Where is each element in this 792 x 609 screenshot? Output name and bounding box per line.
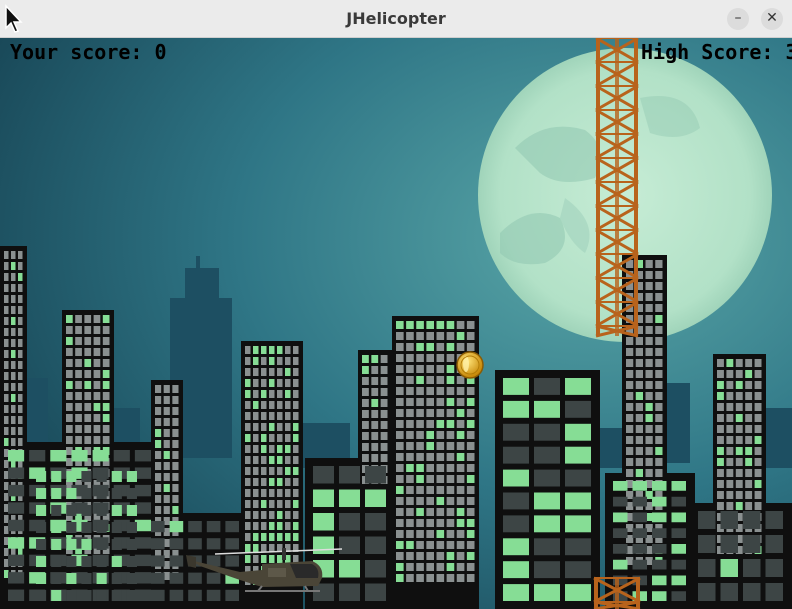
x-icon: ✕: [766, 10, 778, 26]
close-button[interactable]: ✕: [761, 8, 783, 30]
game-scene: [0, 38, 792, 609]
current-score: Your score: 0: [10, 40, 167, 64]
minimize-button[interactable]: –: [727, 8, 749, 30]
game-canvas[interactable]: Your score: 0 High Score: 3: [0, 38, 792, 609]
minus-icon: –: [734, 10, 742, 26]
window-title: JHelicopter: [346, 9, 446, 28]
game-window: JHelicopter – ✕ Your score: 0 High Score…: [0, 0, 792, 609]
title-bar[interactable]: JHelicopter – ✕: [0, 0, 792, 38]
coin-icon: [456, 351, 484, 379]
arrow-cursor-icon: [5, 4, 23, 33]
high-score: High Score: 3: [641, 40, 792, 64]
